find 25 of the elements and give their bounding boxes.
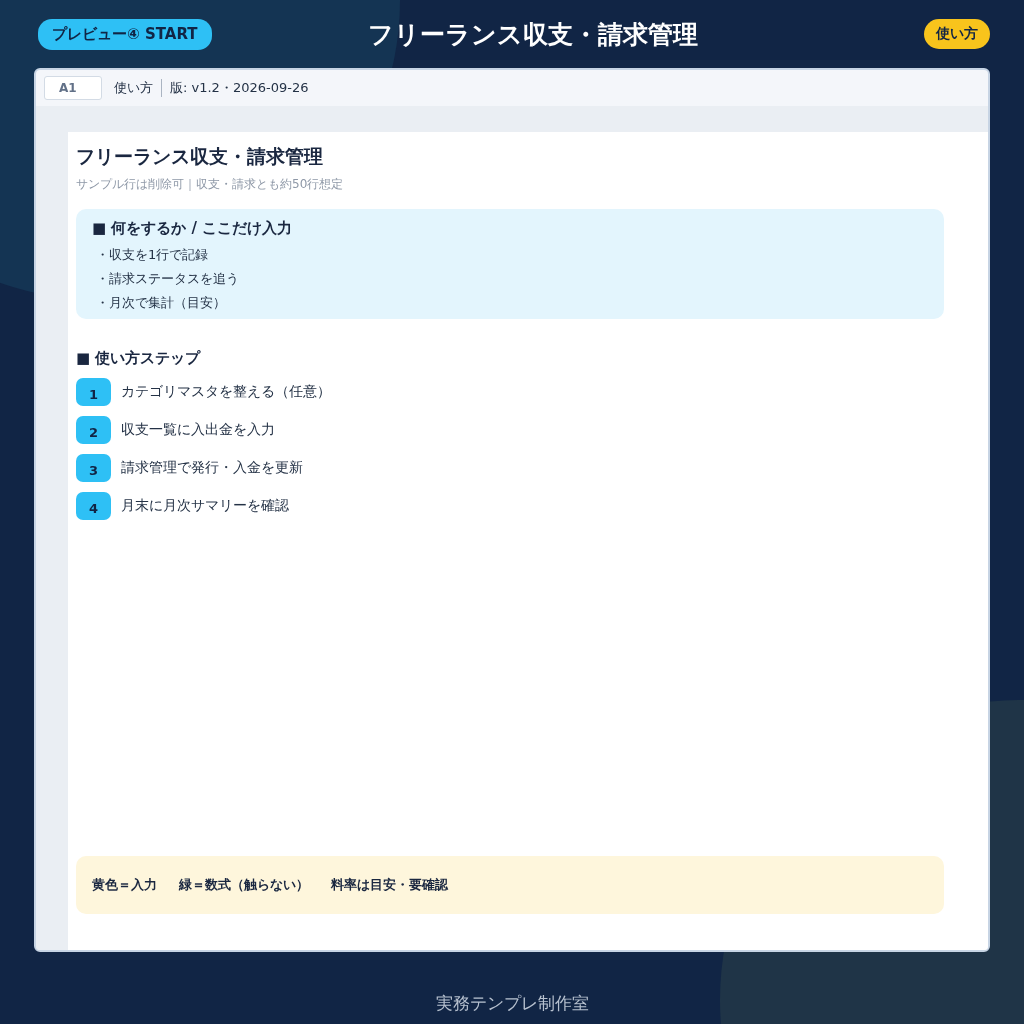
footer-text: 実務テンプレ制作室	[434, 992, 590, 1015]
step-text: 収支一覧に入出金を入力	[121, 421, 275, 439]
section-heading: ■ 何をするか / ここだけ入力	[92, 219, 294, 238]
bullet-item: ・請求ステータスを追う	[95, 270, 240, 288]
bullet-item: ・収支を1行で記録	[95, 246, 210, 264]
section-heading: ■ 使い方ステップ	[76, 349, 202, 368]
step-number: 3	[76, 454, 111, 482]
preview-badge: プレビュー④ START	[38, 18, 212, 50]
bullet-item: ・月次で集計（目安）	[95, 294, 227, 312]
page-title: フリーランス収支・請求管理	[366, 18, 699, 51]
sheet-subtitle: サンプル行は削除可｜収支・請求とも約50行想定	[76, 176, 345, 193]
sheet-name: 使い方	[114, 79, 162, 97]
step-text: 請求管理で発行・入金を更新	[121, 459, 303, 477]
sheet-title: フリーランス収支・請求管理	[76, 144, 324, 169]
help-button[interactable]: 使い方	[924, 19, 990, 49]
legend-text: 料率は目安・要確認	[331, 876, 448, 894]
step-number: 4	[76, 492, 111, 520]
step-number: 1	[76, 378, 111, 406]
step-number: 2	[76, 416, 111, 444]
cell-reference-field[interactable]: A1	[44, 76, 102, 100]
legend-text: 黄色＝入力	[92, 876, 157, 894]
version-text: 版: v1.2・2026-09-26	[170, 79, 309, 97]
step-text: カテゴリマスタを整える（任意）	[121, 383, 331, 401]
step-text: 月末に月次サマリーを確認	[121, 497, 289, 515]
legend-text: 緑＝数式（触らない）	[179, 876, 309, 894]
